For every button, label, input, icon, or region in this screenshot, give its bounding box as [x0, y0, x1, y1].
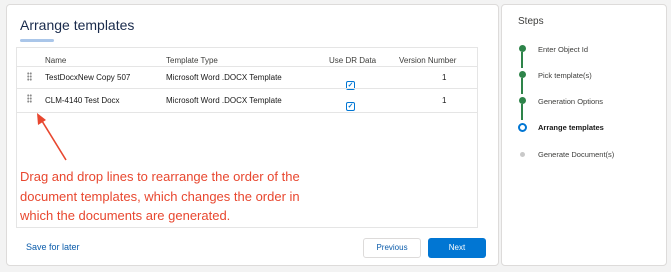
row-divider: [17, 88, 477, 89]
step-connector: [521, 52, 523, 68]
template-name: CLM-4140 Test Docx: [45, 96, 120, 105]
annotation-text: Drag and drop lines to rearrange the ord…: [20, 169, 300, 223]
step-connector: [521, 78, 523, 94]
step-arrange-templates[interactable]: Arrange templates: [538, 123, 604, 132]
column-header-version-number: Version Number: [399, 56, 457, 65]
save-for-later-link[interactable]: Save for later: [26, 242, 80, 252]
use-dr-data-checkbox[interactable]: ✓: [346, 102, 355, 111]
previous-button[interactable]: Previous: [363, 238, 421, 258]
step-connector: [521, 104, 523, 120]
check-circle-icon: [518, 71, 526, 78]
template-type: Microsoft Word .DOCX Template: [166, 73, 282, 82]
step-pick-templates[interactable]: Pick template(s): [538, 71, 592, 80]
column-header-name: Name: [45, 56, 67, 65]
title-underline: [20, 39, 54, 42]
dot-icon: [519, 152, 525, 157]
steps-panel: [501, 4, 667, 266]
column-header-template-type: Template Type: [166, 56, 218, 65]
page-title: Arrange templates: [20, 17, 135, 33]
header-divider: [17, 66, 477, 67]
check-circle-icon: [518, 97, 526, 104]
next-button[interactable]: Next: [428, 238, 486, 258]
step-generate-documents[interactable]: Generate Document(s): [538, 150, 614, 159]
template-name: TestDocxNew Copy 507: [45, 73, 131, 82]
step-enter-object-id[interactable]: Enter Object Id: [538, 45, 588, 54]
template-type: Microsoft Word .DOCX Template: [166, 96, 282, 105]
drag-handle-icon[interactable]: [27, 72, 32, 81]
drag-handle-icon[interactable]: [27, 94, 32, 103]
column-header-use-dr-data: Use DR Data: [329, 56, 377, 65]
ring-icon: [517, 123, 527, 132]
version-number: 1: [442, 73, 447, 82]
check-circle-icon: [518, 45, 526, 52]
row-divider: [17, 112, 477, 113]
steps-title: Steps: [518, 16, 544, 27]
step-generation-options[interactable]: Generation Options: [538, 97, 603, 106]
version-number: 1: [442, 96, 447, 105]
